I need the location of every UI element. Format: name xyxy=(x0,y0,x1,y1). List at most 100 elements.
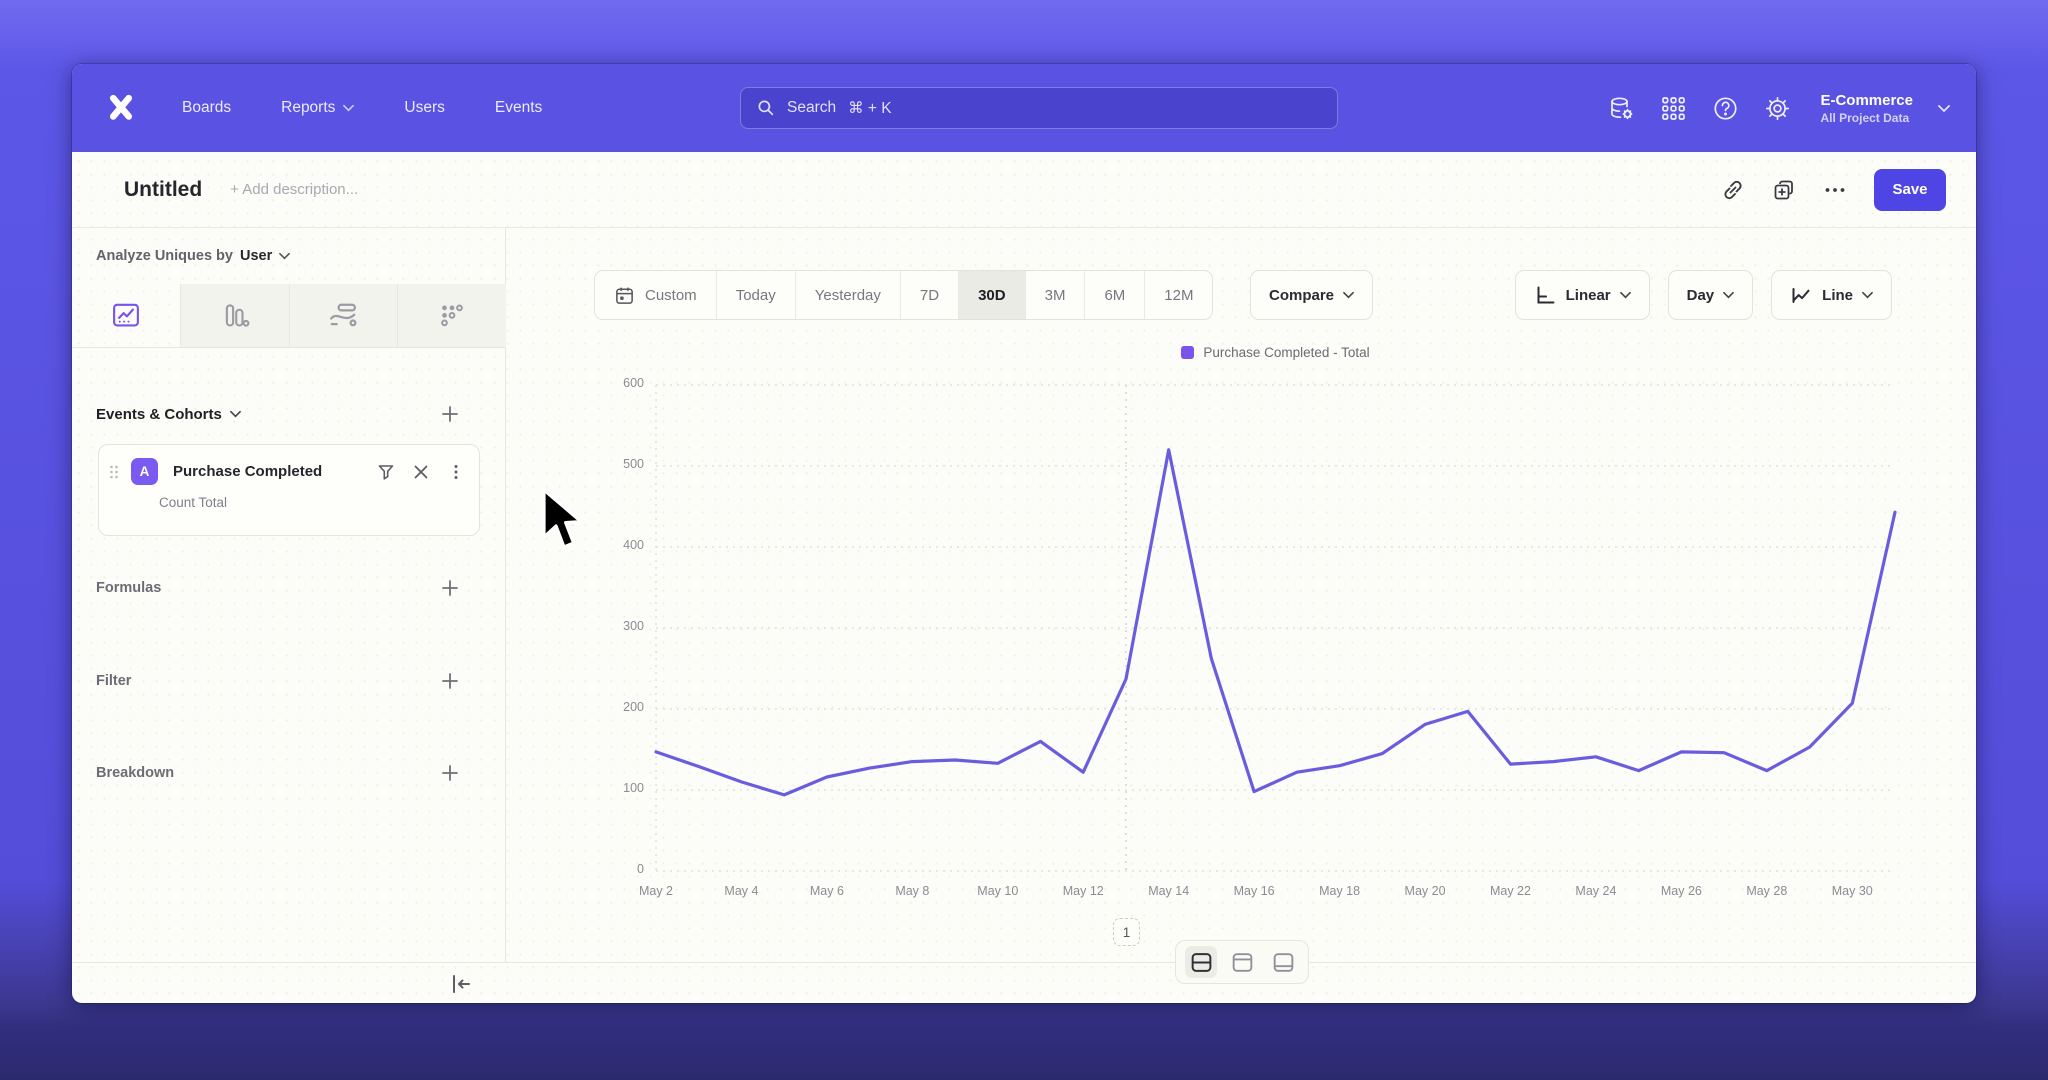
mixpanel-logo-icon[interactable] xyxy=(104,88,138,128)
nav-item-reports[interactable]: Reports xyxy=(281,99,354,117)
add-filter-button[interactable] xyxy=(440,671,460,691)
range-custom[interactable]: Custom xyxy=(595,271,716,319)
chevron-down-icon xyxy=(343,104,354,112)
events-cohorts-label[interactable]: Events & Cohorts xyxy=(96,406,222,423)
chart-type-selector[interactable]: Line xyxy=(1771,270,1892,320)
settings-gear-icon[interactable] xyxy=(1764,95,1791,122)
section-label: Filter xyxy=(96,673,131,689)
range-3m[interactable]: 3M xyxy=(1025,271,1085,319)
remove-event-icon[interactable] xyxy=(412,463,430,481)
tab-insights[interactable] xyxy=(72,284,180,347)
y-axis-tick: 600 xyxy=(594,376,644,390)
duplicate-icon[interactable] xyxy=(1772,178,1796,202)
tab-funnels[interactable] xyxy=(180,284,289,347)
tab-retention[interactable] xyxy=(397,284,506,347)
kebab-menu-icon[interactable] xyxy=(447,463,465,481)
project-switcher[interactable]: E-Commerce All Project Data xyxy=(1820,92,1913,125)
flows-icon xyxy=(328,301,358,331)
x-axis-tick: May 12 xyxy=(1051,884,1115,898)
y-axis-tick: 100 xyxy=(594,781,644,795)
nav-item-boards[interactable]: Boards xyxy=(182,99,231,117)
range-label: Today xyxy=(736,287,776,304)
more-options-icon[interactable] xyxy=(1823,178,1847,202)
events-cohorts-header: Events & Cohorts xyxy=(96,404,460,424)
date-range-segmented-control: Custom Today Yesterday 7D 30D 3M6M 12M xyxy=(594,270,1213,320)
drag-handle-icon[interactable] xyxy=(107,462,121,482)
y-axis-tick: 400 xyxy=(594,538,644,552)
range-12m[interactable]: 12M xyxy=(1144,271,1212,319)
range-label: 12M xyxy=(1164,287,1193,304)
x-axis-tick: May 16 xyxy=(1222,884,1286,898)
annotation-count-badge[interactable]: 1 xyxy=(1113,918,1140,946)
layout-bottom-bar-button[interactable] xyxy=(1267,946,1299,978)
apps-grid-icon[interactable] xyxy=(1660,95,1687,122)
chevron-down-icon xyxy=(1723,291,1734,299)
interval-selector[interactable]: Day xyxy=(1668,270,1754,320)
calendar-icon xyxy=(614,285,635,306)
analyze-value-dropdown[interactable]: User xyxy=(240,248,272,264)
legend-color-swatch xyxy=(1181,346,1194,359)
app-window: Boards Reports Users Events Search ⌘ + K xyxy=(72,64,1976,1003)
x-axis-tick: May 14 xyxy=(1137,884,1201,898)
search-input[interactable]: Search ⌘ + K xyxy=(740,87,1338,129)
y-axis-tick: 200 xyxy=(594,700,644,714)
collapse-sidebar-icon[interactable] xyxy=(449,973,473,995)
project-subtitle: All Project Data xyxy=(1820,111,1913,125)
split-bottom-icon xyxy=(1271,950,1296,975)
legend-series-label: Purchase Completed - Total xyxy=(1203,345,1369,360)
search-placeholder: Search xyxy=(787,99,836,117)
help-icon[interactable] xyxy=(1712,95,1739,122)
report-title[interactable]: Untitled xyxy=(124,178,202,202)
x-axis-tick: May 6 xyxy=(795,884,859,898)
analyze-uniques-row: Analyze Uniques by User xyxy=(96,248,290,264)
series-line xyxy=(656,450,1895,795)
nav-right-cluster: E-Commerce All Project Data xyxy=(1608,64,1950,152)
copy-link-icon[interactable] xyxy=(1721,178,1745,202)
event-card-row: A Purchase Completed xyxy=(107,458,465,485)
save-button[interactable]: Save xyxy=(1874,169,1946,211)
line-chart-plot[interactable] xyxy=(656,385,1895,871)
nav-item-events[interactable]: Events xyxy=(495,99,542,117)
event-name[interactable]: Purchase Completed xyxy=(173,463,377,480)
sidebar-section-filter: Filter xyxy=(96,671,460,691)
report-actions: Save xyxy=(1721,169,1946,211)
add-description-field[interactable]: + Add description... xyxy=(230,181,358,198)
nav-item-users[interactable]: Users xyxy=(404,99,444,117)
chart-panel: Custom Today Yesterday 7D 30D 3M6M 12M Compare… xyxy=(506,228,1976,962)
x-axis-tick: May 28 xyxy=(1735,884,1799,898)
chevron-down-icon xyxy=(1620,291,1631,299)
tab-flows[interactable] xyxy=(289,284,398,347)
scale-label: Linear xyxy=(1566,287,1611,304)
x-axis-tick: May 22 xyxy=(1478,884,1542,898)
query-sidebar: Analyze Uniques by User xyxy=(72,228,506,962)
range-label: 30D xyxy=(978,287,1006,304)
range-30d[interactable]: 30D xyxy=(958,271,1025,319)
y-axis-tick: 300 xyxy=(594,619,644,633)
range-label: Yesterday xyxy=(815,287,881,304)
range-7d[interactable]: 7D xyxy=(900,271,958,319)
nav-item-label: Events xyxy=(495,99,542,117)
scale-selector[interactable]: Linear xyxy=(1515,270,1650,320)
chart-legend: Purchase Completed - Total xyxy=(656,345,1895,360)
compare-button[interactable]: Compare xyxy=(1250,270,1373,320)
x-axis-tick: May 18 xyxy=(1308,884,1372,898)
event-card[interactable]: A Purchase Completed Count T xyxy=(98,444,480,536)
add-breakdown-button[interactable] xyxy=(440,763,460,783)
nav-item-label: Reports xyxy=(281,99,335,117)
line-chart-icon xyxy=(1790,284,1813,307)
compare-label: Compare xyxy=(1269,287,1334,304)
layout-top-bar-button[interactable] xyxy=(1226,946,1258,978)
x-axis-tick: May 30 xyxy=(1820,884,1884,898)
report-toolbar: Untitled + Add description... Save xyxy=(72,152,1976,228)
layout-split-horizontal-button[interactable] xyxy=(1185,946,1217,978)
filter-funnel-icon[interactable] xyxy=(377,463,395,481)
range-yesterday[interactable]: Yesterday xyxy=(795,271,900,319)
add-event-button[interactable] xyxy=(440,404,460,424)
range-6m[interactable]: 6M xyxy=(1084,271,1144,319)
range-today[interactable]: Today xyxy=(716,271,795,319)
x-axis-tick: May 8 xyxy=(880,884,944,898)
add-formulas-button[interactable] xyxy=(440,578,460,598)
y-axis-tick: 0 xyxy=(594,862,644,876)
data-management-icon[interactable] xyxy=(1608,95,1635,122)
event-aggregation[interactable]: Count Total xyxy=(159,495,479,510)
